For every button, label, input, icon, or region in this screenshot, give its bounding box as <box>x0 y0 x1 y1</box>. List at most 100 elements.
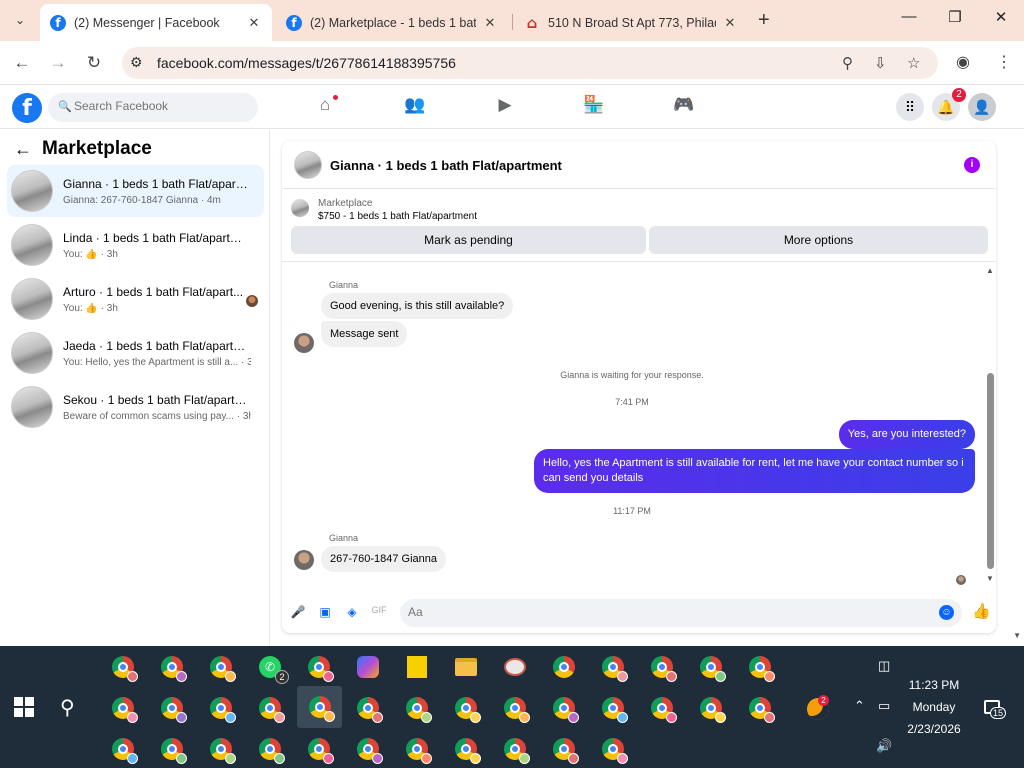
chat-avatar[interactable] <box>294 151 322 179</box>
sticker-icon[interactable]: ◈ <box>344 605 360 621</box>
chrome-taskbar-icon[interactable] <box>495 689 535 727</box>
reload-button[interactable]: ↻ <box>82 51 106 75</box>
sticky-notes-icon[interactable] <box>397 648 437 686</box>
message-bubble-outgoing[interactable]: Hello, yes the Apartment is still availa… <box>534 449 975 493</box>
new-tab-button[interactable]: + <box>758 9 770 32</box>
scroll-down-icon[interactable]: ▼ <box>986 574 994 583</box>
chrome-taskbar-icon[interactable] <box>397 689 437 727</box>
scrollbar-thumb[interactable] <box>987 373 994 569</box>
tab-messenger[interactable]: f (2) Messenger | Facebook ✕ <box>40 4 272 41</box>
gaming-icon[interactable]: 🎮 <box>669 95 699 121</box>
chrome-taskbar-icon[interactable] <box>348 730 388 768</box>
sender-avatar[interactable] <box>294 550 314 570</box>
copilot-icon[interactable] <box>348 648 388 686</box>
thumbs-up-icon[interactable]: 👍 <box>972 602 991 620</box>
friends-icon[interactable]: 👥 <box>400 95 430 121</box>
info-icon[interactable]: i <box>964 157 980 173</box>
chrome-taskbar-icon[interactable] <box>397 730 437 768</box>
bookmark-star-icon[interactable]: ☆ <box>907 54 920 72</box>
chrome-taskbar-icon[interactable] <box>740 689 780 727</box>
chrome-taskbar-icon[interactable] <box>201 730 241 768</box>
scroll-up-icon[interactable]: ▲ <box>986 266 994 275</box>
chrome-taskbar-icon[interactable] <box>642 689 682 727</box>
menu-kebab-icon[interactable]: ⋮ <box>996 52 1012 72</box>
conversation-item[interactable]: Gianna · 1 beds 1 bath Flat/apartm... Gi… <box>7 165 264 217</box>
chrome-taskbar-icon[interactable] <box>103 689 143 727</box>
chrome-taskbar-icon[interactable] <box>593 648 633 686</box>
volume-icon[interactable]: 🔊 <box>876 738 892 754</box>
menu-grid-icon[interactable]: ⠿ <box>896 93 924 121</box>
message-bubble-incoming[interactable]: Message sent <box>321 321 408 347</box>
tab-search-chevron-icon[interactable]: ⌄ <box>8 8 32 32</box>
chrome-taskbar-icon-active[interactable] <box>297 686 342 728</box>
chrome-taskbar-icon[interactable] <box>544 648 584 686</box>
chat-scrollbar[interactable]: ▲ ▼ <box>986 266 994 586</box>
chrome-taskbar-icon[interactable] <box>691 689 731 727</box>
search-input[interactable] <box>74 99 244 113</box>
chat-title[interactable]: Gianna · 1 beds 1 bath Flat/apartment <box>330 158 562 173</box>
whatsapp-icon[interactable]: ✆ 2 <box>250 648 290 686</box>
sender-avatar[interactable] <box>294 333 314 353</box>
chrome-taskbar-icon[interactable] <box>593 689 633 727</box>
minimize-button[interactable]: — <box>886 8 932 25</box>
chrome-taskbar-icon[interactable] <box>740 648 780 686</box>
message-bubble-incoming[interactable]: Good evening, is this still available? <box>321 293 514 319</box>
listing-price[interactable]: $750 - 1 beds 1 bath Flat/apartment <box>318 211 477 222</box>
message-input-box[interactable]: ☺ <box>400 599 962 627</box>
show-hidden-icons-chevron-icon[interactable]: ⌃ <box>854 698 865 714</box>
windows-start-icon[interactable] <box>14 697 34 717</box>
chrome-taskbar-icon[interactable] <box>299 730 339 768</box>
chrome-taskbar-icon[interactable] <box>593 730 633 768</box>
marketplace-icon[interactable]: 🏪 <box>579 95 609 121</box>
forward-button[interactable]: → <box>46 51 70 75</box>
conversation-item[interactable]: Linda · 1 beds 1 bath Flat/apartment You… <box>7 219 264 271</box>
message-input[interactable] <box>408 605 908 619</box>
chrome-taskbar-icon[interactable] <box>495 730 535 768</box>
chrome-taskbar-icon[interactable] <box>103 648 143 686</box>
chrome-taskbar-icon[interactable] <box>348 689 388 727</box>
file-explorer-icon[interactable] <box>446 648 486 686</box>
conversation-item[interactable]: Sekou · 1 beds 1 bath Flat/apartment Bew… <box>7 381 264 433</box>
tab-listing[interactable]: ⌂ 510 N Broad St Apt 773, Philade ✕ <box>514 4 748 41</box>
clock-date[interactable]: 2/23/2026 <box>898 722 970 736</box>
mark-as-pending-button[interactable]: Mark as pending <box>291 226 646 254</box>
back-button[interactable]: ← <box>10 51 34 75</box>
chrome-taskbar-icon[interactable] <box>201 648 241 686</box>
chrome-taskbar-icon[interactable] <box>103 730 143 768</box>
gif-icon[interactable]: GIF <box>371 605 387 621</box>
clock-time[interactable]: 11:23 PM <box>898 678 970 692</box>
chrome-taskbar-icon[interactable] <box>642 648 682 686</box>
notifications-bell-icon[interactable]: 🔔 2 <box>932 88 966 121</box>
chrome-taskbar-icon[interactable] <box>544 689 584 727</box>
more-options-button[interactable]: More options <box>649 226 988 254</box>
chrome-taskbar-icon[interactable] <box>691 648 731 686</box>
account-avatar[interactable]: 👤 <box>968 93 996 121</box>
address-bar[interactable]: ⚙ facebook.com/messages/t/26778614188395… <box>122 47 938 79</box>
close-icon[interactable]: ✕ <box>246 15 262 31</box>
chrome-taskbar-icon[interactable] <box>250 689 290 727</box>
profile-icon[interactable]: ◉ <box>956 52 970 72</box>
page-scroll-down-icon[interactable]: ▼ <box>1013 631 1021 640</box>
close-icon[interactable]: ✕ <box>722 15 738 31</box>
chrome-taskbar-icon[interactable] <box>250 730 290 768</box>
back-arrow-icon[interactable]: ← <box>14 139 32 160</box>
install-app-icon[interactable]: ⇩ <box>874 54 887 72</box>
site-settings-icon[interactable]: ⚙ <box>130 54 143 71</box>
facebook-logo-icon[interactable]: f <box>12 93 42 123</box>
chrome-taskbar-icon[interactable] <box>152 689 192 727</box>
chrome-taskbar-icon[interactable] <box>152 730 192 768</box>
conversation-item[interactable]: Arturo · 1 beds 1 bath Flat/apart... You… <box>7 273 264 325</box>
zoom-icon[interactable]: ⚲ <box>842 54 853 72</box>
network-icon[interactable]: ▭ <box>878 698 890 714</box>
search-icon[interactable]: ⚲ <box>60 695 75 720</box>
photo-icon[interactable]: ▣ <box>317 605 333 621</box>
chrome-taskbar-icon[interactable] <box>446 689 486 727</box>
restore-button[interactable]: ❐ <box>932 8 978 26</box>
meet-now-icon[interactable]: ◫ <box>878 658 890 674</box>
microphone-icon[interactable]: 🎤 <box>290 605 306 621</box>
chrome-taskbar-icon[interactable] <box>299 648 339 686</box>
facebook-search[interactable]: 🔍 <box>48 93 258 122</box>
emoji-icon[interactable]: ☺ <box>939 605 954 620</box>
video-icon[interactable]: ▶ <box>490 95 520 121</box>
close-icon[interactable]: ✕ <box>482 15 498 31</box>
